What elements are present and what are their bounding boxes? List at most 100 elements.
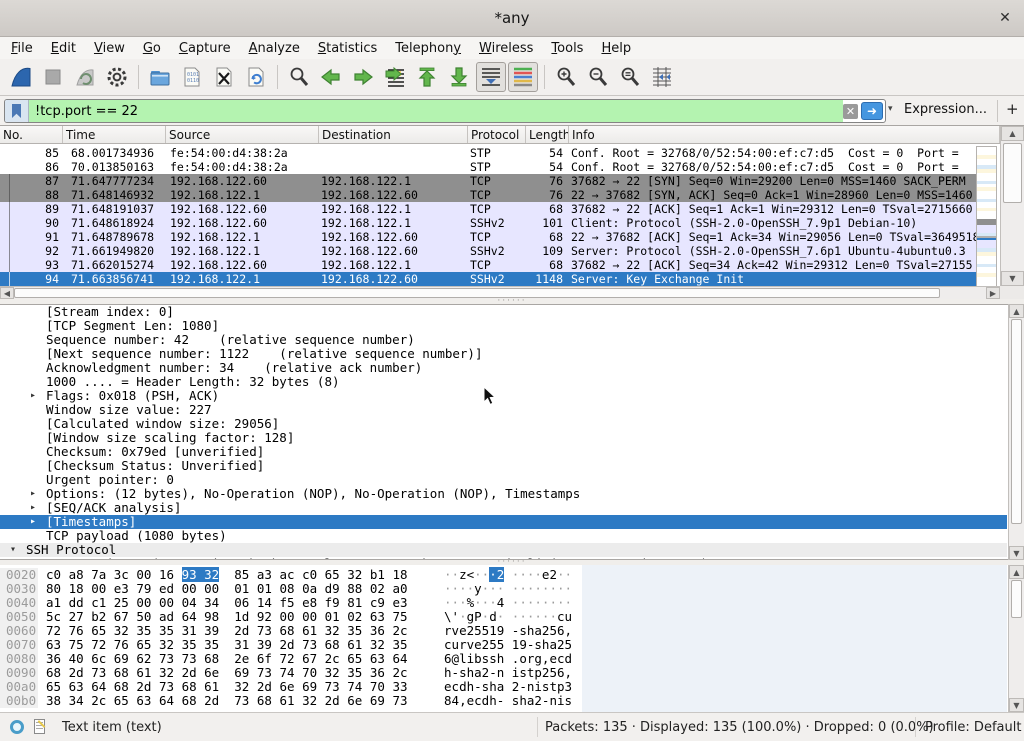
packet-row-90[interactable]: 9071.648618924192.168.122.60192.168.122.… — [0, 216, 976, 230]
menu-statistics[interactable]: Statistics — [309, 40, 386, 57]
go-last-packet-button[interactable] — [444, 62, 474, 92]
detail-row[interactable]: [Next sequence number: 1122 (relative se… — [0, 347, 1007, 361]
zoom-out-button[interactable] — [583, 62, 613, 92]
scroll-left-arrow[interactable]: ◀ — [0, 287, 14, 299]
hex-row-0050[interactable]: 00505c 27 b2 67 50 ad 64 98 1d 92 00 00 … — [0, 610, 1007, 624]
add-filter-button[interactable]: + — [1006, 100, 1019, 118]
close-file-button[interactable] — [209, 62, 239, 92]
restart-capture-button[interactable] — [70, 62, 100, 92]
go-back-button[interactable] — [316, 62, 346, 92]
scroll-up-arrow[interactable]: ▲ — [1009, 565, 1024, 579]
packet-row-85[interactable]: 8568.001734936fe:54:00:d4:38:2aSTP54Conf… — [0, 146, 976, 160]
packet-row-94[interactable]: 9471.663856741192.168.122.1192.168.122.6… — [0, 272, 976, 286]
menu-capture[interactable]: Capture — [170, 40, 240, 57]
capture-comment-icon[interactable] — [34, 719, 45, 734]
column-header-time[interactable]: Time — [63, 126, 166, 144]
menu-telephony[interactable]: Telephony — [386, 40, 470, 57]
packet-row-89[interactable]: 8971.648191037192.168.122.60192.168.122.… — [0, 202, 976, 216]
menu-tools[interactable]: Tools — [542, 40, 592, 57]
expert-info-icon[interactable] — [10, 720, 24, 734]
hex-row-0060[interactable]: 006072 76 65 32 35 35 31 39 2d 73 68 61 … — [0, 624, 1007, 638]
menu-wireless[interactable]: Wireless — [470, 40, 542, 57]
detail-row[interactable]: Window size value: 227 — [0, 403, 1007, 417]
menu-analyze[interactable]: Analyze — [240, 40, 309, 57]
menu-edit[interactable]: Edit — [42, 40, 85, 57]
hex-row-0020[interactable]: 0020c0 a8 7a 3c 00 16 93 32 85 a3 ac c0 … — [0, 568, 1007, 582]
bytes-vertical-scrollbar[interactable]: ▲ ▼ — [1008, 565, 1024, 712]
menu-help[interactable]: Help — [592, 40, 640, 57]
expand-arrow-icon[interactable]: ▸ — [30, 487, 36, 501]
scroll-right-arrow[interactable]: ▶ — [986, 287, 1000, 299]
packet-row-92[interactable]: 9271.661949820192.168.122.1192.168.122.6… — [0, 244, 976, 258]
expand-arrow-icon[interactable]: ▾ — [10, 543, 16, 557]
intelligent-scrollbar-minimap[interactable] — [976, 146, 997, 286]
detail-row[interactable]: 1000 .... = Header Length: 32 bytes (8) — [0, 375, 1007, 389]
hex-row-0070[interactable]: 007063 75 72 76 65 32 35 35 31 39 2d 73 … — [0, 638, 1007, 652]
display-filter-input[interactable]: !tcp.port == 22 — [29, 100, 843, 122]
colorize-packets-button[interactable] — [508, 62, 538, 92]
resize-columns-button[interactable] — [647, 62, 677, 92]
column-header-info[interactable]: Info — [569, 126, 1000, 144]
packet-row-88[interactable]: 8871.648146932192.168.122.1192.168.122.6… — [0, 188, 976, 202]
detail-row[interactable]: ▸[Timestamps] — [0, 515, 1007, 529]
packet-row-87[interactable]: 8771.647777234192.168.122.60192.168.122.… — [0, 174, 976, 188]
menu-go[interactable]: Go — [134, 40, 170, 57]
detail-row[interactable]: [Checksum Status: Unverified] — [0, 459, 1007, 473]
packet-row-86[interactable]: 8670.013850163fe:54:00:d4:38:2aSTP54Conf… — [0, 160, 976, 174]
column-header-length[interactable]: Length — [526, 126, 569, 144]
menu-view[interactable]: View — [85, 40, 134, 57]
detail-row[interactable]: ▸[SEQ/ACK analysis] — [0, 501, 1007, 515]
go-first-packet-button[interactable] — [412, 62, 442, 92]
scrollbar-thumb[interactable] — [1011, 580, 1022, 618]
capture-options-button[interactable] — [102, 62, 132, 92]
expand-arrow-icon[interactable]: ▸ — [30, 389, 36, 403]
zoom-in-button[interactable] — [551, 62, 581, 92]
packet-row-91[interactable]: 9171.648789678192.168.122.1192.168.122.6… — [0, 230, 976, 244]
auto-scroll-button[interactable] — [476, 62, 506, 92]
expand-arrow-icon[interactable]: ▸ — [30, 515, 36, 529]
expand-arrow-icon[interactable]: ▸ — [30, 501, 36, 515]
detail-row[interactable]: ▸Flags: 0x018 (PSH, ACK) — [0, 389, 1007, 403]
hex-row-0040[interactable]: 0040a1 dd c1 25 00 00 04 34 06 14 f5 e8 … — [0, 596, 1007, 610]
detail-row[interactable]: Urgent pointer: 0 — [0, 473, 1007, 487]
packet-list-vertical-scrollbar[interactable]: ▲ ▼ — [1000, 126, 1024, 299]
hex-row-0030[interactable]: 003080 18 00 e3 79 ed 00 00 01 01 08 0a … — [0, 582, 1007, 596]
detail-row[interactable]: ▸Options: (12 bytes), No-Operation (NOP)… — [0, 487, 1007, 501]
zoom-normal-button[interactable] — [615, 62, 645, 92]
detail-row[interactable]: TCP payload (1080 bytes) — [0, 529, 1007, 543]
filter-clear-button[interactable]: ✕ — [843, 104, 858, 119]
detail-row[interactable]: Acknowledgment number: 34 (relative ack … — [0, 361, 1007, 375]
detail-row[interactable]: [Window size scaling factor: 128] — [0, 431, 1007, 445]
scroll-up-arrow[interactable]: ▲ — [1001, 126, 1024, 141]
scroll-up-arrow[interactable]: ▲ — [1009, 304, 1024, 318]
scrollbar-thumb[interactable] — [1003, 143, 1022, 203]
hex-row-0080[interactable]: 008036 40 6c 69 62 73 73 68 2e 6f 72 67 … — [0, 652, 1007, 666]
detail-row[interactable]: [Calculated window size: 29056] — [0, 417, 1007, 431]
scroll-down-arrow[interactable]: ▼ — [1009, 698, 1024, 712]
filter-apply-button[interactable]: ➜ — [861, 102, 883, 120]
column-header-destination[interactable]: Destination — [319, 126, 468, 144]
open-file-button[interactable] — [145, 62, 175, 92]
detail-row[interactable]: [Stream index: 0] — [0, 305, 1007, 319]
column-header-no[interactable]: No. — [0, 126, 63, 144]
filter-dropdown-icon[interactable]: ▾ — [888, 104, 893, 114]
scroll-down-arrow[interactable]: ▼ — [1009, 546, 1024, 560]
scrollbar-thumb[interactable] — [1011, 319, 1022, 524]
scrollbar-thumb[interactable] — [14, 288, 940, 298]
column-header-source[interactable]: Source — [166, 126, 319, 144]
menu-file[interactable]: File — [2, 40, 42, 57]
stop-capture-button[interactable] — [38, 62, 68, 92]
hex-row-00a0[interactable]: 00a065 63 64 68 2d 73 68 61 32 2d 6e 69 … — [0, 680, 1007, 694]
detail-row[interactable]: ▾SSH Protocol — [0, 543, 1007, 557]
hex-row-00b0[interactable]: 00b038 34 2c 65 63 64 68 2d 73 68 61 32 … — [0, 694, 1007, 708]
close-window-button[interactable]: ✕ — [996, 9, 1014, 27]
details-vertical-scrollbar[interactable]: ▲ ▼ — [1008, 304, 1024, 560]
start-capture-button[interactable] — [6, 62, 36, 92]
packet-row-93[interactable]: 9371.662015274192.168.122.60192.168.122.… — [0, 258, 976, 272]
detail-row[interactable]: Checksum: 0x79ed [unverified] — [0, 445, 1007, 459]
status-profile[interactable]: Profile: Default — [925, 720, 1021, 735]
hex-row-0090[interactable]: 009068 2d 73 68 61 32 2d 6e 69 73 74 70 … — [0, 666, 1007, 680]
detail-row[interactable]: [TCP Segment Len: 1080] — [0, 319, 1007, 333]
reload-file-button[interactable] — [241, 62, 271, 92]
go-forward-button[interactable] — [348, 62, 378, 92]
